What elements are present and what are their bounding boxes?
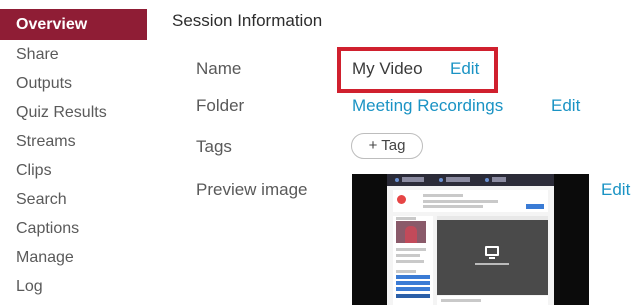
preview-image-label: Preview image [196, 180, 308, 199]
preview-app-screenshot [387, 174, 554, 305]
monitor-stand-icon [489, 257, 495, 259]
preview-bottom-bar [437, 296, 548, 305]
preview-text-line [441, 299, 481, 302]
preview-left-panel [393, 216, 433, 305]
name-value: My Video [352, 59, 423, 78]
tags-label: Tags [196, 137, 232, 156]
preview-text-line [396, 248, 426, 251]
sidebar-item-share[interactable]: Share [0, 40, 147, 69]
preview-edit-link[interactable]: Edit [601, 180, 630, 200]
folder-label: Folder [196, 96, 245, 115]
name-edit-link[interactable]: Edit [450, 59, 479, 79]
preview-tab-text [402, 177, 424, 182]
sidebar-item-clips[interactable]: Clips [0, 156, 147, 185]
folder-edit-link[interactable]: Edit [551, 96, 580, 116]
add-tag-button[interactable]: + Tag [351, 133, 423, 159]
preview-text-line [423, 205, 483, 208]
sidebar-item-outputs[interactable]: Outputs [0, 69, 147, 98]
preview-tab-icon [439, 178, 443, 182]
sidebar-item-log[interactable]: Log [0, 272, 147, 301]
preview-blue-row [396, 287, 430, 291]
sidebar-nav: Overview Share Outputs Quiz Results Stre… [0, 0, 150, 305]
preview-tab-icon [395, 178, 399, 182]
preview-record-icon [397, 195, 406, 204]
preview-tab-icon [485, 178, 489, 182]
section-title: Session Information [172, 11, 323, 30]
preview-text-line [396, 270, 416, 273]
preview-blue-row [396, 281, 430, 285]
preview-webcam-thumb [396, 221, 426, 243]
preview-image-thumbnail [352, 174, 589, 305]
sidebar-item-manage[interactable]: Manage [0, 243, 147, 272]
sidebar-item-streams[interactable]: Streams [0, 127, 147, 156]
preview-blue-row [396, 294, 430, 298]
preview-text-line [396, 254, 420, 257]
sidebar-item-overview[interactable]: Overview [0, 9, 147, 40]
preview-tab-text [492, 177, 506, 182]
preview-settings-panel [393, 190, 548, 212]
sidebar-item-search[interactable]: Search [0, 185, 147, 214]
name-label: Name [196, 59, 242, 78]
preview-person-icon [405, 226, 417, 243]
folder-value-link[interactable]: Meeting Recordings [352, 96, 503, 116]
preview-text-line [396, 217, 416, 220]
preview-screen-area [437, 220, 548, 295]
sidebar-item-captions[interactable]: Captions [0, 214, 147, 243]
preview-blue-row [396, 275, 430, 279]
preview-screen-caption [475, 263, 509, 265]
preview-topbar [387, 174, 554, 186]
preview-tab-text [446, 177, 470, 182]
preview-text-line [423, 200, 498, 203]
preview-blue-button [526, 204, 544, 209]
monitor-icon [485, 246, 499, 256]
preview-text-line [396, 260, 424, 263]
preview-text-line [423, 194, 463, 197]
sidebar-item-quiz-results[interactable]: Quiz Results [0, 98, 147, 127]
